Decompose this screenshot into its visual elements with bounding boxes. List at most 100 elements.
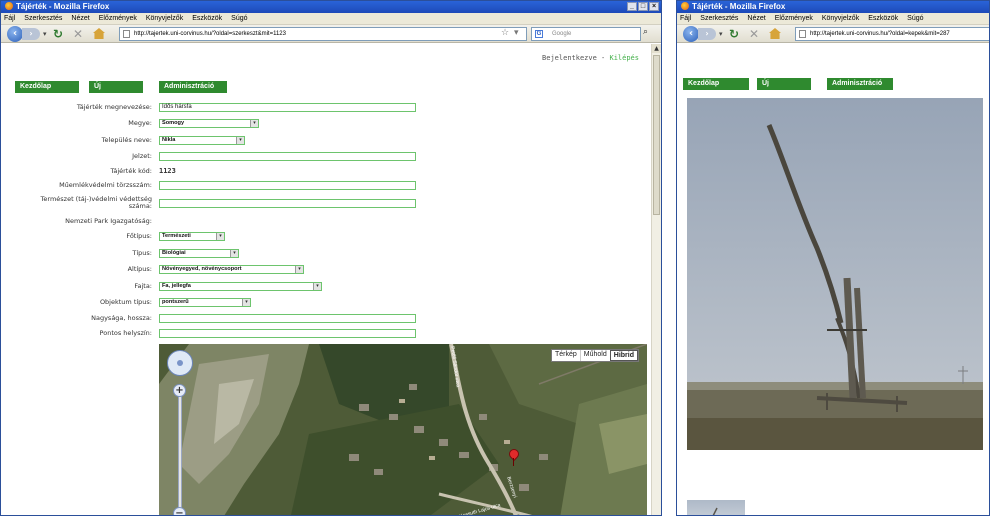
menu-edit[interactable]: Szerkesztés bbox=[24, 15, 62, 22]
browser-window-images: Tájérték - Mozilla Firefox Fájl Szerkeszt… bbox=[676, 0, 990, 516]
reload-icon[interactable]: ↻ bbox=[53, 27, 63, 41]
nav-new-button[interactable]: Új bbox=[757, 78, 811, 90]
kind-label: Fajta: bbox=[134, 282, 152, 290]
nav-home-button[interactable]: Kezdőlap bbox=[683, 78, 749, 90]
type-selected: Biológiai bbox=[162, 250, 186, 256]
landmark-photo[interactable] bbox=[687, 98, 983, 450]
logout-link[interactable]: Kilépés bbox=[609, 54, 639, 62]
name-label: Tájérték megnevezése: bbox=[76, 103, 152, 111]
county-select[interactable]: Somogy ▾ bbox=[159, 119, 259, 128]
login-text: Bejelentkezve bbox=[542, 54, 597, 62]
menu-history[interactable]: Előzmények bbox=[775, 15, 813, 22]
nav-home-button[interactable]: Kezdőlap bbox=[15, 81, 79, 93]
code-mark-input[interactable] bbox=[159, 152, 416, 161]
page-scrollbar[interactable]: ▲ bbox=[651, 44, 661, 515]
menu-history[interactable]: Előzmények bbox=[99, 15, 137, 22]
scroll-up-icon[interactable]: ▲ bbox=[652, 44, 661, 53]
nav-admin-button[interactable]: Adminisztráció bbox=[159, 81, 227, 93]
value-code-label: Tájérték kód: bbox=[110, 167, 152, 175]
zoom-slider-track[interactable] bbox=[178, 394, 182, 515]
menu-view[interactable]: Nézet bbox=[71, 15, 89, 22]
zoom-in-button[interactable]: + bbox=[173, 384, 186, 397]
type-select[interactable]: Biológiai ▾ bbox=[159, 249, 239, 258]
forward-button[interactable]: › bbox=[22, 28, 40, 40]
minimize-button[interactable]: _ bbox=[627, 2, 637, 11]
chevron-down-icon[interactable]: ▾ bbox=[242, 299, 250, 306]
map-tab-map[interactable]: Térkép bbox=[552, 350, 580, 361]
county-selected: Somogy bbox=[162, 120, 185, 126]
chevron-down-icon[interactable]: ▾ bbox=[295, 266, 303, 273]
satellite-imagery bbox=[159, 344, 647, 515]
page-icon bbox=[123, 30, 130, 38]
photo-thumbnail[interactable] bbox=[687, 500, 745, 515]
menu-bookmarks[interactable]: Könyvjelzők bbox=[822, 15, 859, 22]
protection-label-line2: száma: bbox=[128, 202, 152, 210]
reload-icon[interactable]: ↻ bbox=[729, 27, 739, 41]
object-type-select[interactable]: pontszerű ▾ bbox=[159, 298, 251, 307]
location-input[interactable] bbox=[159, 329, 416, 338]
protection-input[interactable] bbox=[159, 199, 416, 208]
url-bar[interactable]: http://tajertek.uni-corvinus.hu/?oldal=s… bbox=[119, 27, 527, 41]
nav-admin-button[interactable]: Adminisztráció bbox=[827, 78, 893, 90]
back-button[interactable]: ‹ bbox=[683, 26, 699, 42]
nav-new-button[interactable]: Új bbox=[89, 81, 143, 93]
page-icon bbox=[799, 30, 806, 38]
subtype-select[interactable]: Növényegyed, növénycsoport ▾ bbox=[159, 265, 304, 274]
home-icon[interactable] bbox=[769, 28, 781, 39]
stop-icon[interactable]: ✕ bbox=[749, 27, 759, 41]
size-input[interactable] bbox=[159, 314, 416, 323]
url-dropdown-icon[interactable]: ▾ bbox=[514, 28, 519, 38]
form-row-object-type: Objektum típus: pontszerű ▾ bbox=[1, 297, 421, 308]
url-bar[interactable]: http://tajertek.uni-corvinus.hu/?oldal=k… bbox=[795, 27, 989, 41]
chevron-down-icon[interactable]: ▾ bbox=[216, 233, 224, 240]
menu-view[interactable]: Nézet bbox=[747, 15, 765, 22]
search-box[interactable]: G Google bbox=[531, 27, 641, 41]
map-pan-control[interactable] bbox=[167, 350, 193, 376]
chevron-down-icon[interactable]: ▾ bbox=[236, 137, 244, 144]
form-row-monument: Műemlékvédelmi törzsszám: bbox=[1, 180, 421, 191]
map-tab-satellite[interactable]: Műhold bbox=[579, 350, 610, 361]
window-controls: _ □ × bbox=[627, 2, 659, 11]
maximize-button[interactable]: □ bbox=[638, 2, 648, 11]
form-row-size: Nagysága, hossza: bbox=[1, 313, 421, 324]
menu-file[interactable]: Fájl bbox=[4, 15, 15, 22]
firefox-icon bbox=[5, 2, 13, 10]
forward-button[interactable]: › bbox=[698, 28, 716, 40]
menu-edit[interactable]: Szerkesztés bbox=[700, 15, 738, 22]
history-dropdown-icon[interactable]: ▾ bbox=[43, 30, 47, 38]
menu-bookmarks[interactable]: Könyvjelzők bbox=[146, 15, 183, 22]
zoom-out-button[interactable]: − bbox=[173, 507, 186, 515]
close-button[interactable]: × bbox=[649, 2, 659, 11]
main-type-selected: Természeti bbox=[162, 233, 191, 239]
menu-help[interactable]: Súgó bbox=[231, 15, 247, 22]
menu-tools[interactable]: Eszközök bbox=[868, 15, 898, 22]
settlement-label: Település neve: bbox=[101, 136, 152, 144]
kind-select[interactable]: Fa, jellegfa ▾ bbox=[159, 282, 322, 291]
chevron-down-icon[interactable]: ▾ bbox=[250, 120, 258, 127]
search-magnifier-icon[interactable]: ⌕ bbox=[643, 27, 648, 37]
value-code: 1123 bbox=[159, 167, 176, 175]
chevron-down-icon[interactable]: ▾ bbox=[230, 250, 238, 257]
location-map[interactable]: Petőfi Sándor utca Kossuth Lajos utca Be… bbox=[159, 344, 647, 515]
marker-stem bbox=[513, 458, 514, 466]
main-type-select[interactable]: Természeti ▾ bbox=[159, 232, 225, 241]
scroll-thumb[interactable] bbox=[653, 55, 660, 215]
menu-help[interactable]: Súgó bbox=[907, 15, 923, 22]
form-row-county: Megye: Somogy ▾ bbox=[1, 118, 421, 129]
chevron-down-icon[interactable]: ▾ bbox=[313, 283, 321, 290]
settlement-select[interactable]: Nikla ▾ bbox=[159, 136, 245, 145]
history-dropdown-icon[interactable]: ▾ bbox=[719, 30, 723, 38]
subtype-selected: Növényegyed, növénycsoport bbox=[162, 266, 242, 272]
google-engine-icon[interactable]: G bbox=[535, 30, 543, 38]
menu-tools[interactable]: Eszközök bbox=[192, 15, 222, 22]
location-label: Pontos helyszín: bbox=[99, 329, 152, 337]
stop-icon[interactable]: ✕ bbox=[73, 27, 83, 41]
home-icon[interactable] bbox=[93, 28, 105, 39]
map-tab-hybrid[interactable]: Hibrid bbox=[609, 350, 638, 361]
menu-bar: Fájl Szerkesztés Nézet Előzmények Könyvjelző… bbox=[1, 13, 661, 25]
menu-file[interactable]: Fájl bbox=[680, 15, 691, 22]
back-button[interactable]: ‹ bbox=[7, 26, 23, 42]
monument-input[interactable] bbox=[159, 181, 416, 190]
bookmark-star-icon[interactable]: ☆ bbox=[501, 28, 509, 38]
name-input[interactable]: Idős hársfa bbox=[159, 103, 416, 112]
